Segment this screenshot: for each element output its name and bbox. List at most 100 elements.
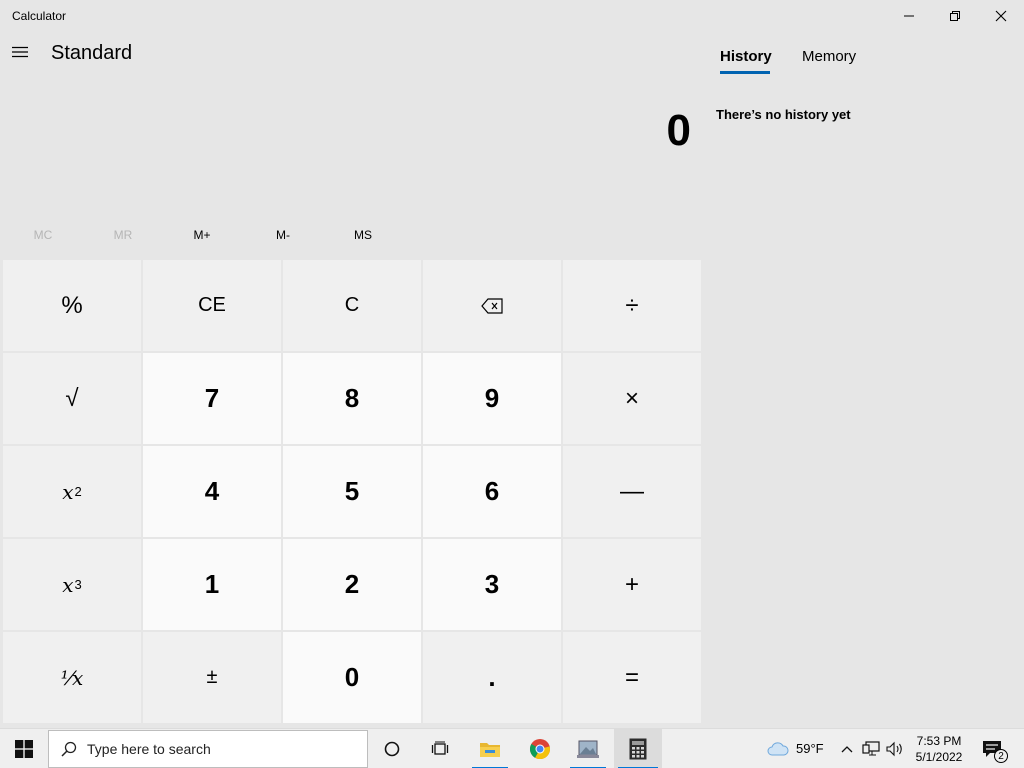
- cortana-button[interactable]: [372, 729, 412, 768]
- backspace-button[interactable]: [423, 260, 561, 351]
- taskbar-search-box[interactable]: Type here to search: [48, 730, 368, 768]
- decimal-button[interactable]: .: [423, 632, 561, 723]
- file-explorer-icon: [480, 743, 500, 757]
- volume-button[interactable]: [884, 729, 906, 768]
- add-button[interactable]: +: [563, 539, 701, 630]
- window-title: Calculator: [12, 9, 67, 23]
- digit-1-button[interactable]: 1: [143, 539, 281, 630]
- digit-8-button[interactable]: 8: [283, 353, 421, 444]
- result-display: 0: [666, 106, 691, 155]
- memory-subtract-button[interactable]: M-: [243, 228, 323, 242]
- active-tab-indicator: [720, 71, 770, 74]
- memory-recall-button[interactable]: MR: [83, 228, 163, 242]
- weather-cloud-icon: [767, 742, 789, 756]
- cube-base-label: x: [62, 572, 74, 597]
- notification-count-badge: 2: [994, 749, 1008, 763]
- digit-2-button[interactable]: 2: [283, 539, 421, 630]
- square-root-label: √: [65, 384, 79, 412]
- network-icon: [862, 741, 880, 756]
- clock-time: 7:53 PM: [916, 734, 962, 748]
- hamburger-icon: [12, 46, 28, 58]
- digit-6-button[interactable]: 6: [423, 446, 561, 537]
- equals-button[interactable]: =: [563, 632, 701, 723]
- clear-label: C: [344, 294, 360, 316]
- percent-button[interactable]: %: [3, 260, 141, 351]
- negate-label: ±: [206, 666, 218, 688]
- decimal-label: .: [488, 662, 496, 692]
- menu-button[interactable]: [6, 38, 34, 66]
- digit-3-label: 3: [484, 569, 500, 599]
- multiply-button[interactable]: ×: [563, 353, 701, 444]
- taskbar-photos[interactable]: [566, 729, 610, 768]
- search-placeholder: Type here to search: [87, 741, 211, 757]
- divide-button[interactable]: ÷: [563, 260, 701, 351]
- digit-8-label: 8: [344, 383, 360, 413]
- task-view-button[interactable]: [420, 729, 460, 768]
- digit-4-button[interactable]: 4: [143, 446, 281, 537]
- restore-icon: [950, 11, 960, 21]
- show-hidden-icons-button[interactable]: [838, 729, 856, 768]
- memory-clear-button[interactable]: MC: [3, 228, 83, 242]
- close-icon: [995, 10, 1007, 22]
- cortana-icon: [384, 741, 400, 757]
- clear-button[interactable]: C: [283, 260, 421, 351]
- task-view-icon: [431, 741, 449, 755]
- digit-5-button[interactable]: 5: [283, 446, 421, 537]
- taskbar-calculator[interactable]: [614, 729, 662, 768]
- speaker-icon: [886, 741, 902, 757]
- start-button[interactable]: [0, 729, 48, 768]
- percent-label: %: [61, 291, 83, 319]
- clear-entry-label: CE: [198, 294, 226, 316]
- add-label: +: [624, 570, 639, 598]
- subtract-button[interactable]: —: [563, 446, 701, 537]
- memory-add-button[interactable]: M+: [162, 228, 242, 242]
- clear-entry-button[interactable]: CE: [143, 260, 281, 351]
- digit-4-label: 4: [204, 476, 220, 506]
- memory-store-button[interactable]: MS: [323, 228, 403, 242]
- tab-memory[interactable]: Memory: [802, 48, 856, 65]
- digit-9-button[interactable]: 9: [423, 353, 561, 444]
- square-base-label: x: [62, 479, 74, 504]
- chrome-icon: [529, 739, 551, 760]
- digit-9-label: 9: [484, 383, 500, 413]
- digit-5-label: 5: [344, 476, 360, 506]
- negate-button[interactable]: ±: [143, 632, 281, 723]
- multiply-label: ×: [624, 384, 639, 412]
- digit-0-button[interactable]: 0: [283, 632, 421, 723]
- search-icon: [61, 741, 77, 757]
- photos-app-icon: [577, 740, 599, 758]
- divide-label: ÷: [625, 291, 639, 319]
- reciprocal-label: ⅟x: [60, 665, 84, 690]
- digit-7-button[interactable]: 7: [143, 353, 281, 444]
- cube-exponent-label: 3: [74, 577, 82, 592]
- minimize-button[interactable]: [886, 0, 932, 32]
- equals-label: =: [624, 663, 639, 691]
- calculator-app-icon: [629, 738, 647, 760]
- digit-7-label: 7: [204, 383, 220, 413]
- history-empty-message: There’s no history yet: [716, 107, 851, 122]
- reciprocal-button[interactable]: ⅟x: [3, 632, 141, 723]
- square-button[interactable]: x2: [3, 446, 141, 537]
- restore-button[interactable]: [932, 0, 978, 32]
- digit-3-button[interactable]: 3: [423, 539, 561, 630]
- tab-history[interactable]: History: [720, 48, 772, 65]
- taskbar: Type here to search 59°F 7:53 PM 5/1/202…: [0, 728, 1024, 768]
- keypad: % CE C ÷ √ 7 8 9 × x2 4 5 6 — x3 1 2 3 +…: [3, 260, 701, 723]
- square-exponent-label: 2: [74, 484, 82, 499]
- minimize-icon: [904, 15, 914, 17]
- close-button[interactable]: [978, 0, 1024, 32]
- taskbar-file-explorer[interactable]: [468, 729, 512, 768]
- subtract-label: —: [620, 477, 644, 505]
- taskbar-chrome[interactable]: [518, 729, 562, 768]
- digit-0-label: 0: [344, 662, 360, 692]
- calculator-mode-title: Standard: [51, 42, 133, 64]
- clock-date: 5/1/2022: [915, 750, 963, 764]
- windows-start-icon: [15, 740, 33, 758]
- taskbar-clock[interactable]: 7:53 PM 5/1/2022: [910, 733, 968, 765]
- network-button[interactable]: [860, 729, 882, 768]
- weather-temperature[interactable]: 59°F: [796, 741, 824, 756]
- cube-button[interactable]: x3: [3, 539, 141, 630]
- square-root-button[interactable]: √: [3, 353, 141, 444]
- backspace-icon: [481, 297, 503, 314]
- weather-widget[interactable]: [764, 729, 792, 768]
